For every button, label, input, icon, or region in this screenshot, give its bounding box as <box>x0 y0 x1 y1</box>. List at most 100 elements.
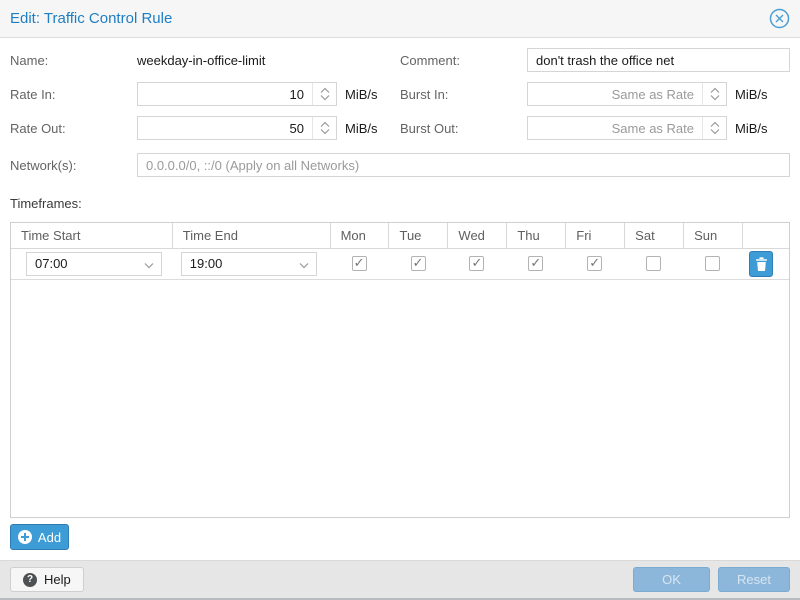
burst-in-unit: MiB/s <box>735 87 768 102</box>
actions-cell <box>743 249 789 279</box>
burst-in-label: Burst In: <box>400 87 527 102</box>
mon-cell <box>331 249 390 279</box>
rate-out-label: Rate Out: <box>10 121 137 136</box>
form-columns: Name: weekday-in-office-limit Rate In: M… <box>10 48 790 150</box>
time-start-combo[interactable] <box>26 252 162 276</box>
rate-out-spinner <box>312 117 336 139</box>
rate-out-unit: MiB/s <box>345 121 378 136</box>
spinner-down-icon[interactable] <box>710 128 720 135</box>
column-header-mon: Mon <box>331 223 390 248</box>
question-circle-icon: ? <box>23 573 37 587</box>
sat-cell <box>625 249 684 279</box>
delete-row-button[interactable] <box>749 251 773 277</box>
burst-in-input[interactable] <box>527 82 727 106</box>
rate-in-unit: MiB/s <box>345 87 378 102</box>
timeframe-row <box>11 249 789 280</box>
spinner-down-icon[interactable] <box>320 94 330 101</box>
time-end-cell <box>173 249 331 279</box>
ok-button-label: OK <box>662 572 681 587</box>
name-value: weekday-in-office-limit <box>137 53 265 68</box>
dialog-titlebar: Edit: Traffic Control Rule <box>0 0 800 38</box>
spinner-up-icon[interactable] <box>710 121 720 128</box>
checkbox-thu[interactable] <box>528 256 543 271</box>
help-button[interactable]: ? Help <box>10 567 84 592</box>
ok-button[interactable]: OK <box>633 567 710 592</box>
rate-in-fieldwrap <box>137 82 337 106</box>
footer-actions: OK Reset <box>633 567 790 592</box>
column-header-time-start: Time Start <box>11 223 173 248</box>
close-button[interactable] <box>768 8 790 30</box>
column-header-tue: Tue <box>389 223 448 248</box>
help-button-label: Help <box>44 572 71 587</box>
rate-in-label: Rate In: <box>10 87 137 102</box>
time-end-input[interactable] <box>182 253 316 275</box>
spinner-up-icon[interactable] <box>320 121 330 128</box>
comment-row: Comment: <box>400 48 790 72</box>
rate-out-row: Rate Out: MiB/s <box>10 116 400 140</box>
column-header-time-end: Time End <box>173 223 331 248</box>
dialog-footer: ? Help OK Reset <box>0 560 800 598</box>
grid-empty-area <box>11 280 789 517</box>
spinner-down-icon[interactable] <box>710 94 720 101</box>
checkbox-mon[interactable] <box>352 256 367 271</box>
checkbox-sat[interactable] <box>646 256 661 271</box>
burst-in-row: Burst In: MiB/s <box>400 82 790 106</box>
spinner-up-icon[interactable] <box>320 87 330 94</box>
add-button-label: Add <box>38 530 61 545</box>
burst-out-label: Burst Out: <box>400 121 527 136</box>
checkbox-fri[interactable] <box>587 256 602 271</box>
column-header-sat: Sat <box>625 223 684 248</box>
column-header-sun: Sun <box>684 223 743 248</box>
burst-out-row: Burst Out: MiB/s <box>400 116 790 140</box>
circle-x-icon <box>769 8 790 29</box>
burst-in-spinner <box>702 83 726 105</box>
add-button[interactable]: Add <box>10 524 69 550</box>
burst-out-spinner <box>702 117 726 139</box>
dialog-body: Name: weekday-in-office-limit Rate In: M… <box>0 38 800 560</box>
rate-in-spinner <box>312 83 336 105</box>
form-right-column: Comment: Burst In: MiB/s Burst Out: <box>400 48 790 150</box>
time-end-combo[interactable] <box>181 252 317 276</box>
timeframes-grid: Time Start Time End Mon Tue Wed Thu Fri … <box>10 222 790 518</box>
dialog-title: Edit: Traffic Control Rule <box>10 10 172 27</box>
name-row: Name: weekday-in-office-limit <box>10 48 400 72</box>
rate-out-input[interactable] <box>137 116 337 140</box>
networks-row: Network(s): <box>10 153 790 177</box>
column-header-fri: Fri <box>566 223 625 248</box>
thu-cell <box>507 249 566 279</box>
reset-button-label: Reset <box>737 572 771 587</box>
fri-cell <box>566 249 625 279</box>
plus-circle-icon <box>18 530 32 544</box>
trash-icon <box>755 257 768 271</box>
burst-out-unit: MiB/s <box>735 121 768 136</box>
timeframes-label: Timeframes: <box>10 196 790 212</box>
time-start-input[interactable] <box>27 253 161 275</box>
tue-cell <box>390 249 449 279</box>
name-label: Name: <box>10 53 137 68</box>
spinner-down-icon[interactable] <box>320 128 330 135</box>
time-start-cell <box>11 249 173 279</box>
rate-in-row: Rate In: MiB/s <box>10 82 400 106</box>
column-header-thu: Thu <box>507 223 566 248</box>
checkbox-tue[interactable] <box>411 256 426 271</box>
sun-cell <box>684 249 743 279</box>
chevron-down-icon[interactable] <box>144 262 154 269</box>
networks-label: Network(s): <box>10 158 137 173</box>
column-header-actions <box>743 223 789 248</box>
rate-out-fieldwrap <box>137 116 337 140</box>
grid-header: Time Start Time End Mon Tue Wed Thu Fri … <box>11 223 789 249</box>
spinner-up-icon[interactable] <box>710 87 720 94</box>
wed-cell <box>448 249 507 279</box>
chevron-down-icon[interactable] <box>299 262 309 269</box>
burst-in-fieldwrap <box>527 82 727 106</box>
comment-label: Comment: <box>400 53 527 68</box>
burst-out-input[interactable] <box>527 116 727 140</box>
column-header-wed: Wed <box>448 223 507 248</box>
checkbox-sun[interactable] <box>705 256 720 271</box>
checkbox-wed[interactable] <box>469 256 484 271</box>
form-left-column: Name: weekday-in-office-limit Rate In: M… <box>10 48 400 150</box>
networks-input[interactable] <box>137 153 790 177</box>
rate-in-input[interactable] <box>137 82 337 106</box>
reset-button[interactable]: Reset <box>718 567 790 592</box>
comment-input[interactable] <box>527 48 790 72</box>
